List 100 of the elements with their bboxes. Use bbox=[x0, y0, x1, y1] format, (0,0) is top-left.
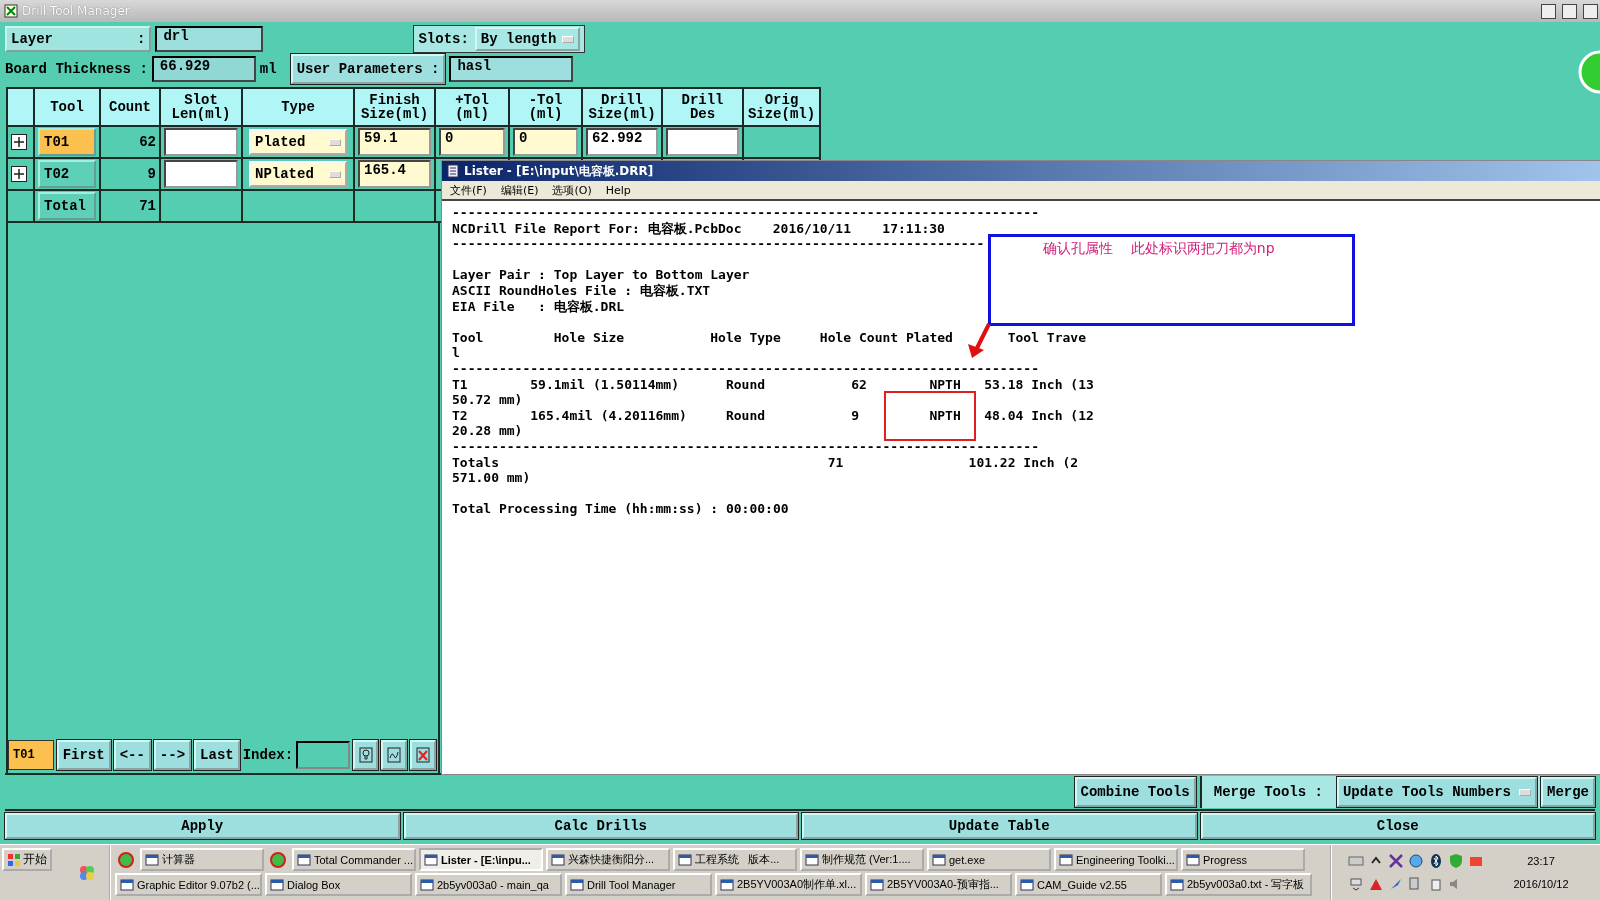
column-header: +Tol (ml) bbox=[436, 89, 508, 125]
image-button[interactable] bbox=[381, 740, 408, 770]
navigation-button[interactable]: Last bbox=[194, 740, 240, 770]
unit-label: ml bbox=[259, 61, 277, 77]
plug-icon[interactable] bbox=[1428, 876, 1444, 893]
minus-tolerance-field[interactable]: 0 bbox=[513, 128, 578, 156]
slots-dropdown[interactable]: By length bbox=[474, 27, 581, 51]
column-header: -Tol (ml) bbox=[510, 89, 581, 125]
cross-icon[interactable] bbox=[1388, 852, 1404, 869]
report-line: 50.72 mm) bbox=[452, 392, 523, 408]
app-icon bbox=[4, 4, 18, 18]
merge-mode-dropdown[interactable]: Update Tools Numbers bbox=[1336, 777, 1537, 807]
column-header: Type bbox=[243, 89, 353, 125]
menu-item[interactable]: Help bbox=[605, 183, 631, 197]
menu-item[interactable]: 编辑(E) bbox=[500, 182, 539, 198]
action-button[interactable]: Update Table bbox=[802, 813, 1197, 839]
window-icon bbox=[297, 852, 311, 867]
navigation-button[interactable]: <-- bbox=[113, 740, 151, 770]
window-icon bbox=[1020, 877, 1034, 892]
navigation-button[interactable]: --> bbox=[153, 740, 192, 770]
layer-field[interactable]: drl bbox=[155, 26, 264, 52]
taskbar-button[interactable]: Engineering Toolki... bbox=[1054, 848, 1178, 871]
window-icon bbox=[570, 877, 584, 892]
windows-logo-icon bbox=[7, 852, 21, 867]
bulb-icon bbox=[358, 747, 373, 763]
expand-icon[interactable] bbox=[11, 166, 27, 182]
taskbar-button[interactable]: 2B5YV003A0制作单.xl... bbox=[715, 873, 862, 896]
taskbar-button[interactable]: 2b5yv003a0 - main_qa bbox=[415, 873, 562, 896]
maximize-button[interactable] bbox=[1562, 3, 1577, 19]
column-header: Orig Size(ml) bbox=[744, 89, 819, 125]
taskbar-button[interactable]: CAM_Guide v2.55 bbox=[1015, 873, 1162, 896]
taskbar-button[interactable]: 计算器 bbox=[140, 848, 264, 871]
count-cell: 62 bbox=[139, 134, 156, 150]
taskbar-button[interactable]: 2b5yv003a0.txt - 写字板 bbox=[1165, 873, 1312, 896]
taskbar-button[interactable]: Drill Tool Manager bbox=[565, 873, 712, 896]
report-line: NCDrill File Report For: 电容板.PcbDoc 2016/10/11 17:11:30 bbox=[452, 220, 945, 237]
report-line: ASCII RoundHoles File : 电容板.TXT bbox=[452, 282, 711, 299]
taskbar-button[interactable]: 兴森快捷衡阳分... bbox=[546, 848, 670, 871]
user-parameters-button[interactable]: User Parameters : bbox=[290, 54, 446, 84]
merge-tools-label: Merge Tools : bbox=[1213, 784, 1323, 800]
tool-button[interactable]: T01 bbox=[38, 128, 96, 156]
delete-button[interactable] bbox=[410, 740, 437, 770]
expand-icon[interactable] bbox=[11, 134, 27, 150]
image-icon bbox=[387, 747, 402, 763]
finish-size-field[interactable]: 59.1 bbox=[358, 128, 431, 156]
total-button[interactable]: Total bbox=[38, 192, 96, 220]
clock-date: 2016/10/12 bbox=[1513, 878, 1569, 891]
taskbar-button[interactable]: Graphic Editor 9.07b2 (... bbox=[115, 873, 262, 896]
total-count: 71 bbox=[139, 198, 156, 214]
taskbar-button[interactable]: get.exe bbox=[927, 848, 1051, 871]
taskbar-button[interactable]: 制作规范 (Ver:1.... bbox=[800, 848, 924, 871]
board-thickness-field[interactable]: 66.929 bbox=[151, 56, 256, 82]
close-button[interactable] bbox=[1583, 3, 1598, 19]
report-line: Tool Hole Size Hole Type Hole Count Plated Tool Trave bbox=[452, 329, 1086, 346]
menu-item[interactable]: 文件(F) bbox=[450, 182, 487, 198]
report-line: l bbox=[452, 345, 460, 361]
start-button[interactable]: 开始 bbox=[2, 848, 52, 871]
taskbar-button[interactable]: Dialog Box bbox=[265, 873, 412, 896]
bluetooth-icon[interactable] bbox=[1428, 852, 1444, 869]
column-header: Count bbox=[101, 89, 159, 125]
window-icon bbox=[1059, 852, 1073, 867]
taskbar-button[interactable]: Lister - [E:\inpu... bbox=[419, 848, 543, 871]
window-icon bbox=[805, 852, 819, 867]
window-icon bbox=[678, 852, 692, 867]
index-field[interactable] bbox=[296, 741, 350, 769]
drill-size-field[interactable]: 62.992 bbox=[586, 128, 658, 156]
minimize-button[interactable] bbox=[1541, 3, 1556, 19]
board-thickness-label: Board Thickness : bbox=[5, 61, 148, 77]
current-tool-label: T01 bbox=[8, 740, 54, 770]
menu-item[interactable]: 选项(O) bbox=[552, 182, 592, 198]
plus-tolerance-field[interactable]: 0 bbox=[439, 128, 505, 156]
user-parameters-field[interactable]: hasl bbox=[449, 56, 574, 82]
taskbar-button[interactable]: 工程系统 版本... bbox=[673, 848, 797, 871]
slots-label: Slots: bbox=[418, 31, 469, 47]
type-dropdown[interactable]: Plated bbox=[249, 129, 347, 155]
finish-size-field[interactable]: 165.4 bbox=[358, 160, 431, 188]
window-icon bbox=[551, 852, 565, 867]
window-icon bbox=[424, 852, 438, 867]
report-line: T1 59.1mil (1.50114mm) Round 62 NPTH 53.18 Inch (13 bbox=[452, 376, 1094, 393]
launcher-icon[interactable] bbox=[118, 851, 134, 868]
window-icon bbox=[120, 877, 134, 892]
annotation-text: 确认孔属性 此处标识两把刀都为np bbox=[1043, 241, 1275, 257]
launcher-icon[interactable] bbox=[270, 851, 286, 868]
window-icon bbox=[420, 877, 434, 892]
taskbar-button[interactable]: Total Commander ... bbox=[292, 848, 416, 871]
window-stack-icon[interactable] bbox=[1348, 876, 1364, 893]
document-icon bbox=[446, 164, 460, 178]
action-button[interactable]: Calc Drills bbox=[403, 813, 798, 839]
merge-button[interactable]: Merge bbox=[1541, 777, 1595, 807]
globe-icon[interactable] bbox=[1408, 852, 1424, 869]
combine-tools-button[interactable]: Combine Tools bbox=[1074, 777, 1196, 807]
taskbar-button[interactable]: 2B5YV003A0-预审指... bbox=[865, 873, 1012, 896]
navigation-button[interactable]: First bbox=[56, 740, 111, 770]
action-button[interactable]: Close bbox=[1200, 813, 1595, 839]
bulb-button[interactable] bbox=[352, 740, 379, 770]
action-button[interactable]: Apply bbox=[5, 813, 400, 839]
taskbar-button[interactable]: Progress bbox=[1181, 848, 1305, 871]
type-dropdown[interactable]: NPlated bbox=[249, 161, 347, 187]
tool-button[interactable]: T02 bbox=[38, 160, 96, 188]
clock-time: 23:17 bbox=[1527, 854, 1555, 867]
